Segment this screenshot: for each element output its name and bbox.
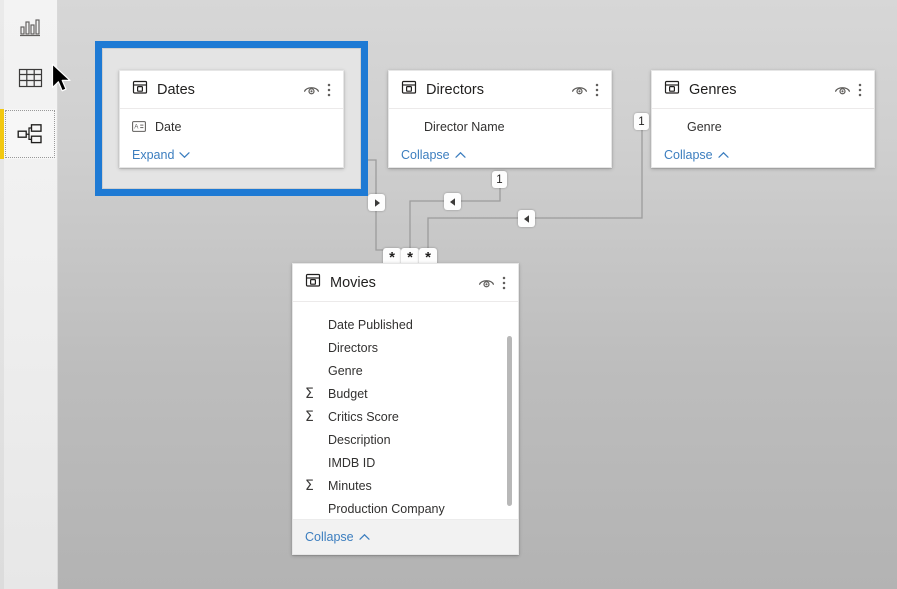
- cardinality-one-directors[interactable]: 1: [492, 171, 507, 188]
- field-label: Budget: [328, 386, 368, 401]
- table-card-footer-dates: Expand: [120, 142, 343, 167]
- field-row[interactable]: Directors: [293, 336, 518, 359]
- expand-toggle-dates[interactable]: Expand: [132, 147, 191, 162]
- table-card-header-movies[interactable]: Movies: [293, 264, 518, 302]
- table-icon: [305, 272, 321, 293]
- field-row[interactable]: Description: [293, 428, 518, 451]
- eye-icon[interactable]: [301, 79, 321, 101]
- chevron-up-icon: [718, 148, 729, 162]
- field-label: Production Company: [328, 501, 445, 516]
- table-icon: [664, 79, 680, 100]
- table-card-body-movies: Date Published Directors Genre Σ Budget …: [293, 302, 518, 519]
- table-title: Dates: [157, 81, 195, 98]
- table-card-body-genres: Genre: [652, 109, 874, 142]
- more-options-icon[interactable]: [852, 79, 867, 101]
- field-row[interactable]: Genre: [293, 359, 518, 382]
- field-row[interactable]: Date Published: [293, 313, 518, 336]
- table-card-footer-genres: Collapse: [652, 142, 874, 167]
- more-options-icon[interactable]: [589, 79, 604, 101]
- table-title: Movies: [330, 274, 376, 291]
- model-relationship-icon: [17, 123, 43, 145]
- table-card-header-dates[interactable]: Dates: [120, 71, 343, 109]
- field-row[interactable]: IMDB ID: [293, 451, 518, 474]
- arrow-left-icon-genres[interactable]: [518, 210, 535, 227]
- field-row[interactable]: Σ Minutes: [293, 474, 518, 497]
- field-label: Genre: [328, 363, 363, 378]
- field-row[interactable]: Production Company: [293, 497, 518, 519]
- arrow-right-icon[interactable]: [368, 194, 385, 211]
- sidebar-item-data-view[interactable]: [4, 53, 56, 103]
- table-icon: [401, 79, 417, 100]
- svg-text:A: A: [134, 124, 139, 131]
- table-card-footer-movies: Collapse: [293, 519, 518, 554]
- table-card-directors[interactable]: Directors Director Name Collapse: [388, 70, 612, 168]
- table-title: Directors: [426, 81, 485, 98]
- table-card-header-genres[interactable]: Genres: [652, 71, 874, 109]
- sigma-icon: Σ: [305, 477, 314, 494]
- table-card-genres[interactable]: Genres Genre Collapse: [651, 70, 875, 168]
- chevron-up-icon: [455, 148, 466, 162]
- field-row[interactable]: Σ Critics Score: [293, 405, 518, 428]
- sigma-icon: Σ: [305, 408, 314, 425]
- field-row[interactable]: Genre: [652, 115, 874, 138]
- expand-toggle-label: Expand: [132, 147, 175, 162]
- more-options-icon[interactable]: [496, 272, 511, 294]
- table-card-header-directors[interactable]: Directors: [389, 71, 611, 109]
- field-label: Description: [328, 432, 391, 447]
- field-label: Critics Score: [328, 409, 399, 424]
- more-options-icon[interactable]: [321, 79, 336, 101]
- eye-icon[interactable]: [832, 79, 852, 101]
- chevron-up-icon: [359, 530, 370, 544]
- left-nav-rail: [0, 0, 58, 589]
- table-card-footer-directors: Collapse: [389, 142, 611, 167]
- movies-field-scrollbar[interactable]: [507, 336, 512, 506]
- table-title: Genres: [689, 81, 737, 98]
- field-row[interactable]: Director Name: [389, 115, 611, 138]
- table-card-body-directors: Director Name: [389, 109, 611, 142]
- collapse-toggle-label: Collapse: [401, 147, 450, 162]
- text-field-icon: A: [132, 121, 155, 132]
- table-card-movies[interactable]: Movies Date Published Directors Genre Σ …: [292, 263, 519, 555]
- collapse-toggle-label: Collapse: [305, 530, 354, 544]
- sidebar-item-report-view[interactable]: [4, 3, 56, 53]
- cardinality-one-genres[interactable]: 1: [634, 113, 649, 130]
- field-label: IMDB ID: [328, 455, 376, 470]
- chevron-down-icon: [179, 148, 191, 162]
- sigma-icon: Σ: [305, 385, 314, 402]
- collapse-toggle-directors[interactable]: Collapse: [401, 148, 466, 162]
- field-row[interactable]: A Date: [120, 115, 343, 138]
- table-card-body-dates: A Date: [120, 109, 343, 142]
- field-label: Date: [155, 119, 182, 134]
- field-label: Directors: [328, 340, 379, 355]
- field-label: Director Name: [424, 119, 505, 134]
- eye-icon[interactable]: [569, 79, 589, 101]
- power-bi-model-view: 1 1 1 * * * Dates: [0, 0, 897, 589]
- table-grid-icon: [18, 67, 43, 89]
- bar-chart-icon: [19, 18, 41, 38]
- field-label: Date Published: [328, 317, 413, 332]
- collapse-toggle-label: Collapse: [664, 147, 713, 162]
- sidebar-item-model-view[interactable]: [0, 109, 56, 159]
- arrow-left-icon-directors[interactable]: [444, 193, 461, 210]
- table-icon: [132, 79, 148, 100]
- table-card-dates[interactable]: Dates A Date Expand: [119, 70, 344, 168]
- collapse-toggle-genres[interactable]: Collapse: [664, 148, 729, 162]
- field-label: Minutes: [328, 478, 372, 493]
- field-label: Genre: [687, 119, 722, 134]
- collapse-toggle-movies[interactable]: Collapse: [305, 530, 370, 544]
- eye-icon[interactable]: [476, 272, 496, 294]
- field-row[interactable]: Σ Budget: [293, 382, 518, 405]
